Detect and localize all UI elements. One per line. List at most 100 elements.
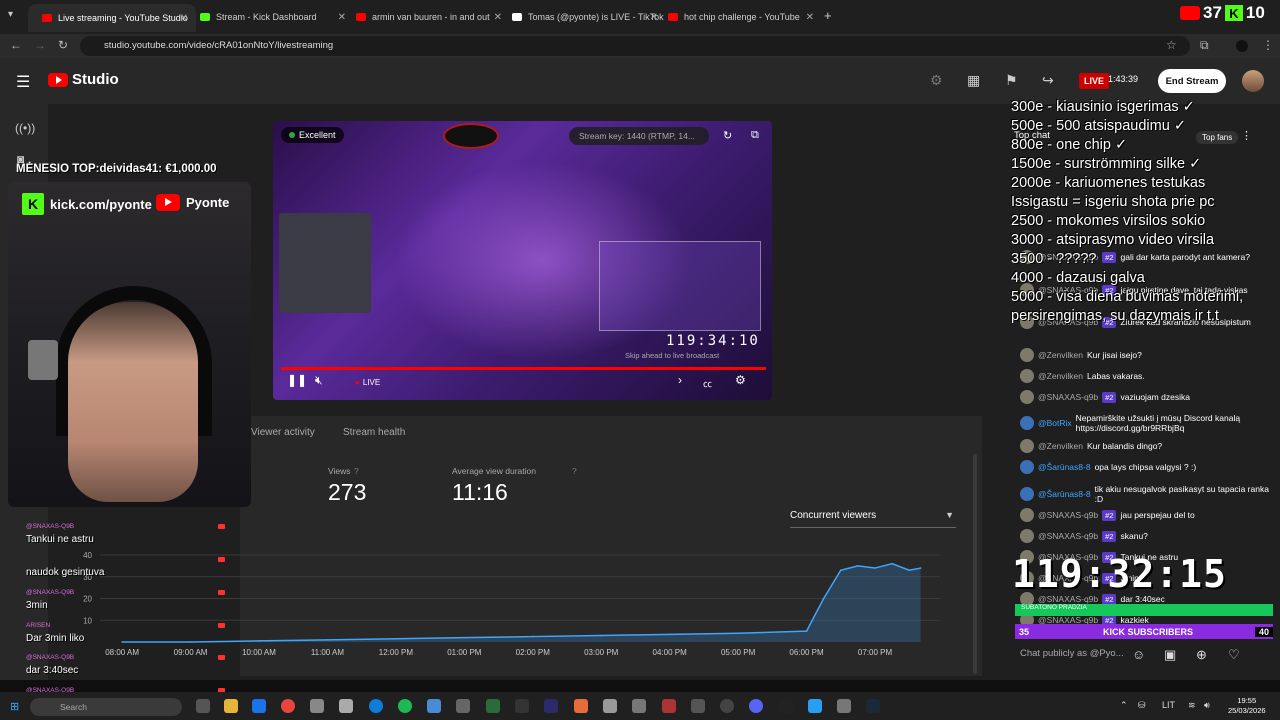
donation-goal-item: 2500 - mokomes virsilos sokio [1011,213,1206,229]
chat-author[interactable]: @SNAXAS-q9b [1038,392,1098,402]
volume-icon[interactable]: 🔊︎ [1204,700,1210,711]
store-icon[interactable] [252,699,266,713]
chat-message[interactable]: @SNAXAS-q9b #2 jau perspejau del to [1020,508,1270,522]
wifi-icon[interactable]: ≋ [1188,700,1196,711]
discord-icon[interactable] [749,699,763,713]
avatar[interactable] [1020,390,1034,404]
steam-icon[interactable] [866,699,880,713]
clock[interactable]: 19:55 25/03/2026 [1228,696,1266,716]
app-icon[interactable] [310,699,324,713]
data-point [857,565,859,567]
emoji-icon[interactable]: ☺ [1132,647,1145,662]
donation-goal-item: Issigastu = isgeriu shota prie pc [1011,194,1215,210]
premiere-icon[interactable] [544,699,558,713]
rank-badge: #2 [1102,509,1117,521]
avatar[interactable] [1020,487,1034,501]
photos-icon[interactable] [427,699,441,713]
avatar[interactable] [1020,529,1034,543]
webcam-overlay [8,182,251,507]
chat-author[interactable]: @Zenvilken [1038,441,1083,451]
monthly-top-donor: MĖNESIO TOP:deividas41: €1,000.00 [16,163,217,175]
chat-author[interactable]: @BotRix [1038,418,1072,428]
chat-text: jau perspejau del to [1120,510,1195,520]
chat-message[interactable]: @Šarūnas8-8 opa lays chipsa valgysi ? :) [1020,460,1270,474]
overlay-chat-message: naudok gesintuva [26,567,105,578]
donation-goal-item: 4000 - dazausi galva [1011,270,1145,286]
app-icon[interactable] [720,699,734,713]
brave-icon[interactable] [574,699,588,713]
app-icon[interactable] [603,699,617,713]
app-icon[interactable] [339,699,353,713]
notepad-icon[interactable] [808,699,822,713]
x-tick-label: 12:00 PM [379,648,414,657]
spotify-icon[interactable] [398,699,412,713]
chat-message[interactable]: @SNAXAS-q9b #2 skanu? [1020,529,1270,543]
youtube-channel-label: Pyonte [156,194,229,211]
chart-area [122,563,921,642]
avatar[interactable] [1020,439,1034,453]
app-icon[interactable] [632,699,646,713]
terminal-icon[interactable] [779,699,793,713]
avatar[interactable] [1020,508,1034,522]
youtube-badge-icon [218,655,225,660]
avatar[interactable] [1020,460,1034,474]
network-icon[interactable]: ⛁ [1138,700,1146,711]
chat-author[interactable]: @SNAXAS-q9b [1038,510,1098,520]
chat-author[interactable]: @Šarūnas8-8 [1038,462,1091,472]
chat-message[interactable]: @Zenvilken Labas vakaras. [1020,369,1270,383]
chat-author[interactable]: @Zenvilken [1038,371,1083,381]
chat-text: Labas vakaras. [1087,371,1145,381]
chat-author[interactable]: @SNAXAS-q9b [1038,531,1098,541]
obs-icon[interactable] [515,699,529,713]
heart-icon[interactable]: ♡ [1228,647,1240,663]
chat-author[interactable]: @Zenvilken [1038,350,1083,360]
app-icon[interactable] [456,699,470,713]
avatar[interactable] [1020,369,1034,383]
taskbar-search[interactable]: Search [30,698,182,716]
task-view-icon[interactable] [196,699,210,713]
app-icon[interactable] [662,699,676,713]
language-indicator[interactable]: LIT [1162,700,1175,710]
app-icon[interactable] [486,699,500,713]
chat-message[interactable]: @Zenvilken Kur jisai isejo? [1020,348,1270,362]
data-point [737,632,739,635]
x-tick-label: 02:00 PM [516,648,551,657]
chat-author[interactable]: @Šarūnas8-8 [1038,489,1091,499]
series-line [122,562,921,643]
chat-message[interactable]: @SNAXAS-q9b #2 vaziuojam dzesika [1020,390,1270,404]
overlay-chat-author: ARISEN [26,622,51,629]
chat-text: tik akiu nesugalvok pasikasyt su tapacia… [1094,484,1269,504]
data-point [600,634,603,637]
subathon-timer: 119:32:15 [1012,552,1227,596]
donation-goal-item: 3500 - ????? [1011,251,1097,267]
app-icon[interactable] [691,699,705,713]
y-tick-label: 20 [83,595,92,604]
donation-goal-item: 1500e - surströmming silke ✓ [1011,156,1202,172]
streamer-face [68,302,198,502]
donation-goal-item: 300e - kiausinio isgerimas ✓ [1011,99,1195,115]
chat-message[interactable]: @BotRix Nepamirškite užsukti į mūsų Disco… [1020,413,1270,433]
edge-icon[interactable] [369,699,383,713]
taskbar: ⊞ Search ⌃ ⛁ LIT ≋ 🔊︎ 19:55 25/03/2026 [0,692,1280,720]
x-tick-label: 09:00 AM [174,648,208,657]
chat-message[interactable]: @Zenvilken Kur balandis dingo? [1020,439,1270,453]
youtube-badge-icon [218,557,225,562]
donation-goal-item: 5000 - visa diena buvimas moterimi, pers… [1011,289,1244,324]
tray-overflow-icon[interactable]: ⌃ [1120,700,1128,711]
youtube-badge-icon [218,623,225,628]
chat-message[interactable]: @Šarūnas8-8 tik akiu nesugalvok pasikasyt… [1020,484,1270,504]
add-icon[interactable]: ⊕ [1196,647,1207,663]
data-point [531,635,534,638]
background-object [28,340,58,380]
file-explorer-icon[interactable] [224,699,238,713]
chrome-icon[interactable] [281,699,295,713]
overlay-chat-author: @SNAXAS-Q9B [26,654,75,661]
windows-start-icon[interactable]: ⊞ [10,700,19,713]
data-point [668,633,671,636]
app-icon[interactable] [837,699,851,713]
super-chat-icon[interactable]: ▣ [1164,647,1176,663]
chat-input[interactable]: Chat publicly as @Pyo... [1010,643,1125,659]
avatar[interactable] [1020,416,1034,430]
avatar[interactable] [1020,348,1034,362]
data-point [326,639,329,641]
